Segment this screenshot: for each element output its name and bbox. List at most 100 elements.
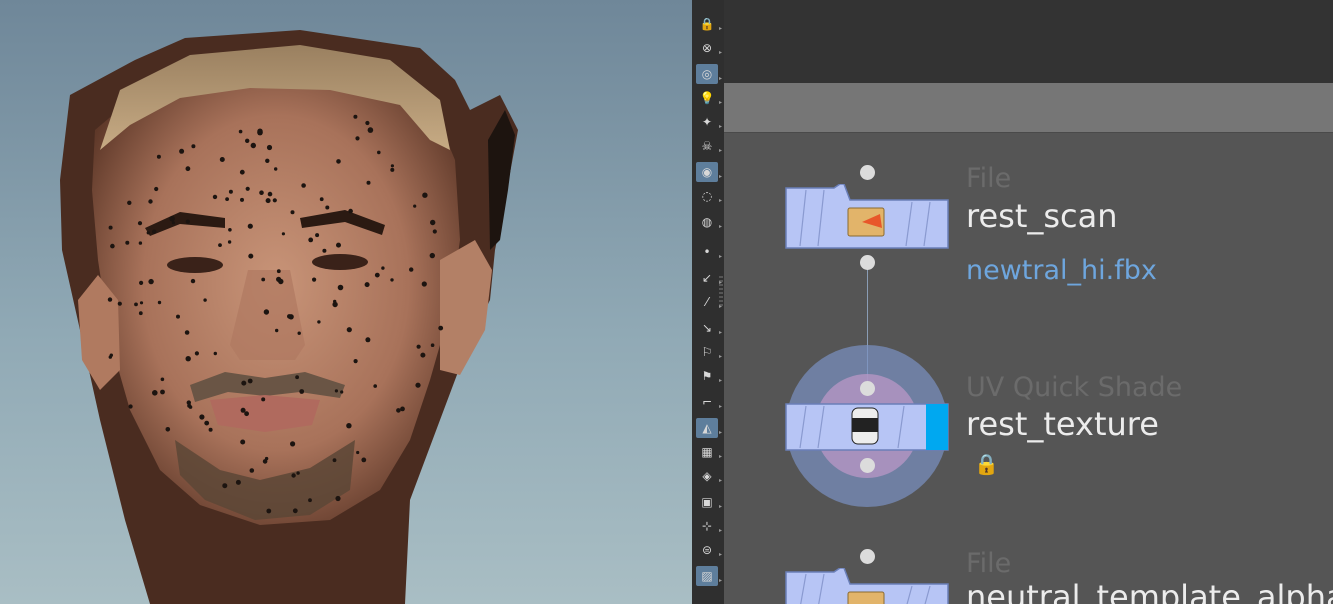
eye-button[interactable]: ◌ ▸ bbox=[696, 186, 722, 206]
point-button[interactable]: • ▸ bbox=[696, 242, 722, 262]
paint-can-icon bbox=[851, 407, 879, 445]
tracking-marker-dot bbox=[176, 314, 180, 319]
camera-button[interactable]: ◉ ▸ bbox=[696, 162, 722, 182]
file-node-neutral-template[interactable] bbox=[784, 568, 950, 604]
light-add-button[interactable]: ✦ ▸ bbox=[696, 112, 722, 132]
tracking-marker-dot bbox=[365, 337, 371, 343]
tracking-marker-dot bbox=[364, 282, 370, 288]
tracking-marker-dot bbox=[263, 309, 270, 315]
point-icon: • bbox=[703, 245, 711, 259]
tracking-marker-dot bbox=[127, 200, 132, 205]
tracking-marker-dot bbox=[430, 219, 436, 226]
shaded-button[interactable]: ◈ ▸ bbox=[696, 466, 722, 486]
dropdown-arrow-icon: ▸ bbox=[718, 197, 722, 204]
tracking-marker-dot bbox=[374, 272, 380, 278]
tracking-marker-dot bbox=[322, 248, 327, 253]
dropdown-arrow-icon: ▸ bbox=[718, 99, 722, 106]
lock-button[interactable]: 🔒 ▸ bbox=[696, 14, 722, 34]
tracking-marker-dot bbox=[185, 356, 191, 362]
eye-icon: ◌ bbox=[701, 189, 713, 203]
tracking-marker-dot bbox=[261, 277, 266, 282]
node-input-connector[interactable] bbox=[860, 381, 875, 396]
point-number-button[interactable]: ↘ ▸ bbox=[696, 318, 722, 338]
tracking-marker-dot bbox=[336, 242, 341, 248]
tracking-marker-dot bbox=[245, 186, 250, 191]
node-type-label: UV Quick Shade bbox=[966, 372, 1183, 403]
folder-icon bbox=[847, 591, 885, 604]
node-type-label: File bbox=[966, 548, 1012, 579]
dropdown-arrow-icon: ▸ bbox=[718, 123, 722, 130]
node-name-label[interactable]: rest_texture bbox=[966, 405, 1159, 443]
close-circle-button[interactable]: ⊗ ▸ bbox=[696, 38, 722, 58]
tracking-marker-dot bbox=[366, 180, 371, 185]
viewport-display-toolbar: 🔒 ▸ ⊗ ▸ ◎ ▸ 💡 ▸ ✦ ▸ ☠ ▸ ◉ ▸ ◌ ▸ ◍ ▸ • ▸ ↙ ▸ ⁄ ▸ ↘ ▸ ⚐ ▸ ⚑ ▸ ⌐ ▸ ◭ ▸ ▦ ▸ ◈ ▸ ▣ ▸… bbox=[692, 0, 725, 604]
background-image-button[interactable]: ▨ ▸ bbox=[696, 566, 722, 586]
brush-button[interactable]: ⚐ ▸ bbox=[696, 342, 722, 362]
tracking-marker-dot bbox=[240, 407, 246, 413]
tracking-marker-dot bbox=[213, 351, 217, 356]
corner-icon: ⌐ bbox=[701, 395, 713, 409]
tracking-marker-dot bbox=[299, 389, 305, 394]
node-input-connector[interactable] bbox=[860, 549, 875, 564]
left-eye bbox=[167, 257, 223, 273]
tracking-marker-dot bbox=[336, 159, 341, 164]
node-name-label[interactable]: rest_scan bbox=[966, 197, 1118, 235]
tracking-marker-dot bbox=[204, 420, 210, 426]
pin-icon: ⁄ bbox=[705, 295, 708, 309]
tracking-marker-dot bbox=[416, 344, 421, 349]
dropdown-arrow-icon: ▸ bbox=[718, 403, 722, 410]
tracking-marker-dot bbox=[422, 192, 428, 198]
checker-button[interactable]: ▦ ▸ bbox=[696, 442, 722, 462]
tracking-marker-dot bbox=[429, 252, 435, 259]
node-file-parameter: newtral_hi.fbx bbox=[966, 255, 1157, 286]
node-input-connector[interactable] bbox=[860, 165, 875, 180]
tracking-marker-dot bbox=[134, 302, 138, 307]
tracking-marker-dot bbox=[438, 325, 444, 331]
tracking-marker-dot bbox=[430, 343, 435, 348]
node-output-connector[interactable] bbox=[860, 458, 875, 473]
node-name-label[interactable]: neutral_template_alpha bbox=[966, 578, 1333, 604]
right-eye bbox=[312, 254, 368, 270]
uv-button[interactable]: ▣ ▸ bbox=[696, 492, 722, 512]
corner-button[interactable]: ⌐ ▸ bbox=[696, 392, 722, 412]
node-output-connector[interactable] bbox=[860, 255, 875, 270]
arrow-button[interactable]: ↙ ▸ bbox=[696, 268, 722, 288]
tracking-marker-dot bbox=[184, 330, 190, 335]
skull-button[interactable]: ☠ ▸ bbox=[696, 136, 722, 156]
close-circle-icon: ⊗ bbox=[701, 41, 713, 55]
tracking-marker-dot bbox=[265, 158, 270, 163]
tracking-marker-dot bbox=[156, 154, 161, 159]
tracking-marker-dot bbox=[117, 301, 122, 306]
node-lock-icon[interactable]: 🔒 bbox=[974, 452, 999, 476]
file-node-rest-scan[interactable] bbox=[784, 184, 950, 250]
tracking-marker-dot bbox=[257, 128, 263, 134]
background-image-icon: ▨ bbox=[701, 569, 713, 583]
axis-button[interactable]: ⊹ ▸ bbox=[696, 516, 722, 536]
tracking-marker-dot bbox=[240, 197, 244, 202]
tracking-marker-dot bbox=[250, 142, 256, 149]
pin-button[interactable]: ⁄ ▸ bbox=[696, 292, 722, 312]
light-button[interactable]: 💡 ▸ bbox=[696, 88, 722, 108]
tracking-marker-dot bbox=[110, 243, 115, 249]
tracking-marker-dot bbox=[194, 351, 199, 356]
display-button[interactable]: ◍ ▸ bbox=[696, 212, 722, 232]
dropdown-arrow-icon: ▸ bbox=[718, 503, 722, 510]
tracking-marker-dot bbox=[301, 183, 306, 188]
scene-viewport[interactable] bbox=[0, 0, 692, 604]
tracking-marker-dot bbox=[340, 390, 344, 394]
tracking-marker-dot bbox=[377, 150, 381, 155]
tracking-marker-dot bbox=[245, 138, 250, 143]
ghost-button[interactable]: ◎ ▸ bbox=[696, 64, 722, 84]
tracking-marker-dot bbox=[278, 278, 284, 285]
tracking-marker-dot bbox=[400, 406, 405, 412]
tracking-marker-dot bbox=[421, 281, 427, 287]
tracking-marker-dot bbox=[415, 382, 421, 388]
circle-button[interactable]: ⊜ ▸ bbox=[696, 540, 722, 560]
prim-number-button[interactable]: ⚑ ▸ bbox=[696, 366, 722, 386]
tracking-marker-dot bbox=[281, 232, 285, 236]
network-editor[interactable]: File rest_scan newtral_hi.fbx UV Quick S… bbox=[724, 0, 1333, 604]
wireframe-button[interactable]: ◭ ▸ bbox=[696, 418, 722, 438]
dropdown-arrow-icon: ▸ bbox=[718, 377, 722, 384]
tracking-marker-dot bbox=[128, 404, 133, 409]
uv-quick-shade-node-rest-texture[interactable] bbox=[784, 402, 950, 452]
